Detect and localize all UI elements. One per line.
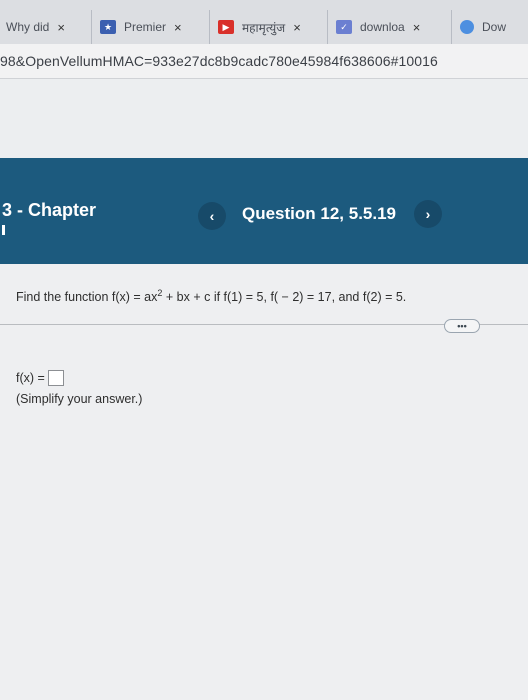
next-question-button[interactable]: ›	[414, 200, 442, 228]
tab-label: Premier	[124, 20, 167, 34]
answer-row: f(x) =	[16, 370, 64, 386]
close-icon[interactable]: ×	[413, 20, 421, 35]
address-bar[interactable]: 98&OpenVellumHMAC=933e27dc8b9cadc780e459…	[0, 44, 528, 79]
circle-icon	[460, 20, 474, 34]
question-title: Question 12, 5.5.19	[242, 204, 397, 223]
tab-mahamrityunjay[interactable]: ▶ महामृत्युंज ×	[210, 10, 328, 44]
tab-premier[interactable]: ★ Premier ×	[92, 10, 210, 44]
problem-suffix: + bx + c if f(1) = 5, f( − 2) = 17, and …	[162, 290, 407, 305]
answer-label: f(x) =	[16, 371, 45, 385]
tab-label: Why did	[6, 20, 50, 34]
star-icon: ★	[100, 20, 116, 34]
tab-dow[interactable]: Dow	[452, 10, 528, 44]
more-options-button[interactable]: •••	[444, 319, 480, 333]
youtube-icon: ▶	[218, 20, 234, 34]
close-icon[interactable]: ×	[293, 20, 301, 35]
tab-why-did[interactable]: Why did ×	[0, 10, 92, 44]
chapter-marker	[2, 225, 5, 235]
previous-question-button[interactable]: ‹	[198, 202, 226, 230]
tab-label: महामृत्युंज	[242, 20, 286, 35]
browser-tab-bar: Why did × ★ Premier × ▶ महामृत्युंज × ✓ …	[0, 0, 528, 44]
tab-label: Dow	[482, 20, 507, 34]
tab-download[interactable]: ✓ downloa ×	[328, 10, 452, 44]
checkmark-icon: ✓	[336, 20, 352, 34]
close-icon[interactable]: ×	[57, 20, 65, 35]
tab-label: downloa	[360, 20, 405, 34]
url-text: 98&OpenVellumHMAC=933e27dc8b9cadc780e459…	[0, 53, 438, 69]
problem-prefix: Find the function f(x) = ax	[16, 290, 158, 305]
chapter-title: 3 - Chapter	[2, 200, 97, 220]
answer-hint: (Simplify your answer.)	[16, 392, 143, 406]
problem-statement: Find the function f(x) = ax2 + bx + c if…	[16, 288, 406, 304]
page-spacer	[0, 79, 528, 159]
close-icon[interactable]: ×	[174, 20, 182, 35]
answer-input[interactable]	[47, 370, 64, 386]
